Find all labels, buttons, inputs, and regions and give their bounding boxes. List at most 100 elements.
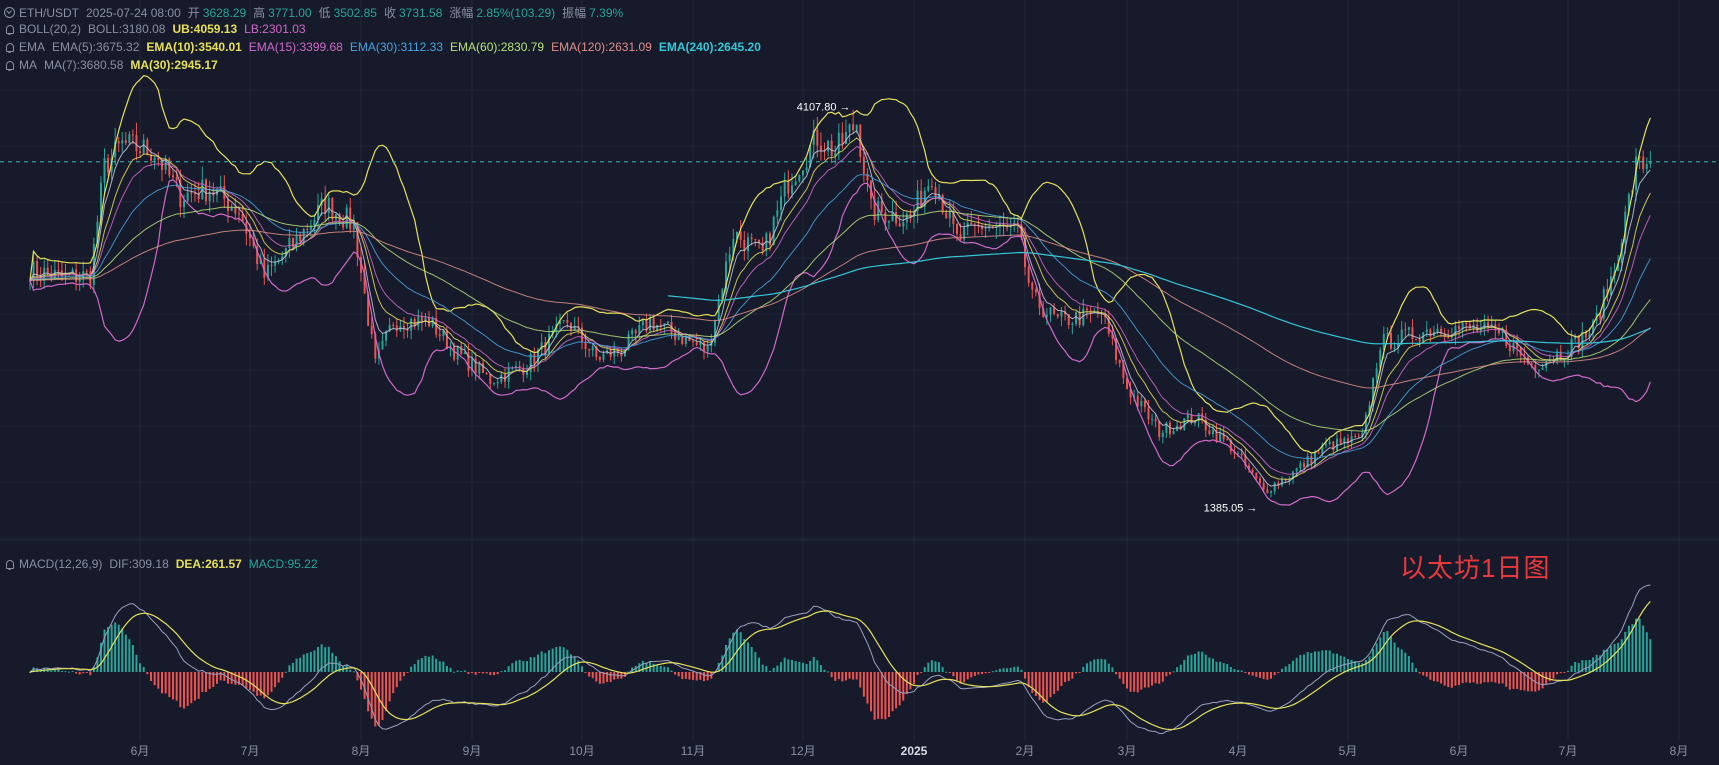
macd-bar [1020, 669, 1023, 672]
macd-bar [684, 672, 687, 679]
macd-bar [1620, 639, 1623, 672]
candle-body [526, 372, 528, 375]
macd-bar [1240, 670, 1243, 672]
macd-bar [1009, 667, 1012, 672]
period-low-label: 1385.05 → [1204, 502, 1258, 514]
macd-bar [852, 672, 855, 680]
candle-body [1458, 325, 1460, 330]
alert-bell-icon[interactable] [4, 24, 15, 35]
macd-bar [1060, 672, 1063, 687]
candle-body [306, 228, 309, 230]
ma-name: MA [19, 58, 37, 72]
macd-name: MACD(12,26,9) [19, 557, 103, 571]
macd-bar [1133, 672, 1136, 692]
candle-body [791, 185, 793, 194]
macd-bar [302, 654, 305, 672]
macd-bar [1339, 655, 1342, 672]
candle-body [445, 330, 448, 350]
macd-bar [172, 672, 174, 700]
macd-bar [758, 657, 760, 672]
macd-bar [1089, 661, 1092, 672]
candle-body [1071, 323, 1074, 326]
macd-bar [981, 672, 984, 675]
price-chart[interactable]: 4107.80 → 1385.05 → 6月 7月 8月 9月 10月 11月 12月 202… [0, 0, 1719, 765]
macd-bar [299, 657, 302, 672]
macd-bar [902, 672, 905, 701]
candle-body [652, 318, 655, 331]
candle-body [581, 327, 583, 342]
macd-bar [1288, 664, 1291, 672]
candle-body [288, 238, 291, 249]
macd-bar [1443, 672, 1446, 686]
candle-body [802, 170, 804, 176]
macd-bar [467, 672, 470, 674]
candle-body [1465, 322, 1468, 325]
alert-bell-icon[interactable] [4, 60, 15, 71]
candle-body [638, 325, 641, 334]
macd-bar [1201, 651, 1204, 672]
candle-body [945, 212, 948, 219]
candle-body [172, 175, 174, 178]
macd-lines [29, 584, 1651, 735]
macd-bar [1310, 652, 1313, 672]
collapse-icon[interactable] [4, 7, 15, 18]
macd-bar [1211, 658, 1214, 672]
candle-body [453, 346, 456, 360]
macd-bar [802, 662, 804, 672]
ema5-line [29, 129, 1651, 487]
macd-bar [1379, 637, 1382, 672]
macd-bar [1016, 666, 1019, 672]
candle-body [776, 210, 779, 217]
change-value: 2.85%(103.29) [476, 5, 556, 20]
candle-body [895, 212, 898, 224]
macd-bar [1458, 672, 1460, 686]
macd-bar [274, 672, 277, 688]
candle-body [1415, 338, 1418, 340]
ema15-line [29, 146, 1651, 475]
macd-bar [1233, 669, 1236, 672]
candle-body [898, 223, 901, 227]
candle-body [417, 316, 420, 327]
macd-bar [1049, 672, 1052, 698]
macd-bar [420, 657, 423, 672]
candle-body [370, 325, 373, 335]
x-tick-label: 2025 [901, 744, 928, 758]
macd-bar [1179, 664, 1182, 672]
macd-bar [121, 628, 124, 672]
macd-bar [64, 671, 67, 673]
macd-bar [747, 642, 749, 672]
macd-bar [1372, 648, 1375, 672]
macd-bar [859, 672, 862, 688]
macd-bar [670, 670, 673, 672]
alert-bell-icon[interactable] [4, 559, 15, 570]
macd-bar [898, 672, 901, 706]
candle-body [844, 131, 847, 145]
macd-bar [385, 672, 388, 712]
ema60-value: EMA(60):2830.79 [450, 40, 545, 54]
candle-body [684, 336, 687, 344]
macd-dea: DEA:261.57 [175, 557, 242, 571]
candle-body [1357, 436, 1360, 438]
macd-bar [1186, 655, 1189, 672]
candle-body [930, 186, 933, 188]
macd-bar [413, 664, 416, 672]
macd-bar [1140, 672, 1143, 690]
candle-body [602, 353, 605, 360]
macd-bar [186, 672, 189, 707]
macd-bar [1306, 651, 1309, 672]
macd-bar [284, 671, 287, 673]
macd-bar [841, 672, 844, 682]
candle-body [227, 199, 229, 211]
macd-bar [291, 662, 294, 672]
macd-bar [1147, 672, 1150, 688]
macd-bar [518, 659, 521, 672]
macd-bar [923, 667, 926, 672]
alert-bell-icon[interactable] [4, 42, 15, 53]
macd-bar [988, 672, 991, 673]
boll-legend: BOLL(20,2) BOLL:3180.08 UB:4059.13 LB:23… [4, 22, 313, 36]
macd-bar [85, 672, 88, 673]
macd-bar [1570, 665, 1573, 672]
candle-body [1393, 347, 1396, 349]
macd-bar [1226, 663, 1229, 672]
candle-body [769, 233, 771, 246]
